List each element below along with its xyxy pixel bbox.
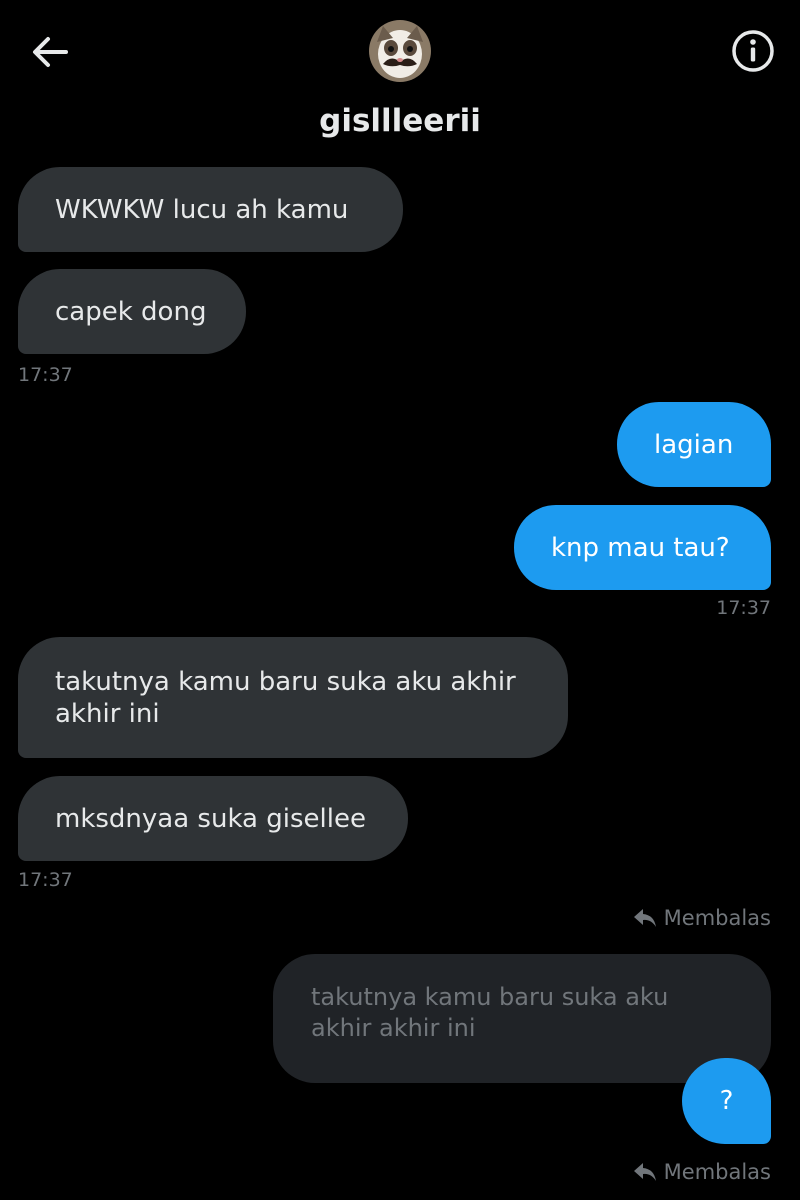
message-timestamp: 17:37: [716, 597, 771, 619]
incoming-message[interactable]: WKWKW lucu ah kamu: [18, 167, 403, 252]
avatar[interactable]: [369, 20, 431, 82]
incoming-message[interactable]: mksdnyaa suka gisellee: [18, 776, 408, 861]
incoming-message[interactable]: takutnya kamu baru suka aku akhir akhir …: [18, 637, 568, 758]
reply-label: Membalas: [663, 1160, 771, 1184]
reply-label: Membalas: [663, 906, 771, 930]
quoted-message[interactable]: takutnya kamu baru suka aku akhir akhir …: [273, 954, 771, 1083]
back-button[interactable]: [28, 30, 72, 74]
profile-picture: [369, 20, 431, 82]
outgoing-message[interactable]: lagian: [617, 402, 771, 487]
incoming-message[interactable]: capek dong: [18, 269, 246, 354]
conversation-info-button[interactable]: [730, 28, 776, 74]
info-icon: [732, 30, 774, 72]
conversation-username: gisllleerii: [319, 103, 481, 139]
message-timestamp: 17:37: [18, 364, 73, 386]
reply-arrow-icon: [633, 1163, 656, 1181]
reply-indicator: Membalas: [620, 906, 771, 930]
outgoing-message[interactable]: knp mau tau?: [514, 505, 771, 590]
reply-arrow-icon: [633, 909, 656, 927]
reply-indicator: Membalas: [620, 1160, 771, 1184]
message-timestamp: 17:37: [18, 869, 73, 891]
outgoing-message[interactable]: ?: [682, 1058, 771, 1144]
arrow-left-icon: [33, 37, 68, 67]
